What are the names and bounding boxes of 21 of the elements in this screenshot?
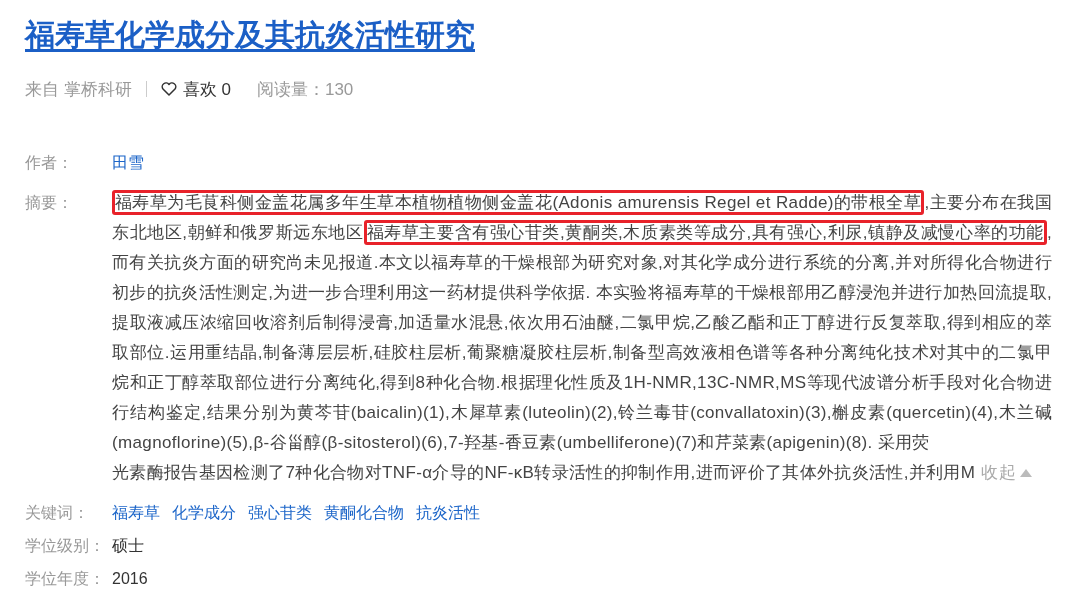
keyword-link[interactable]: 化学成分	[172, 504, 236, 521]
keyword-link[interactable]: 福寿草	[112, 504, 160, 521]
field-label: 摘要：	[25, 193, 74, 213]
year-value: 2016	[112, 570, 148, 587]
like-button[interactable]: 喜欢 0	[160, 77, 231, 101]
abstract-text: 光素酶报告基因检测了7种化合物对TNF-α介导的NF-κB转录活性的抑制作用,进而评价了其体外抗炎活性,并利用M	[112, 462, 976, 484]
field-label: 学位级别：	[25, 536, 106, 556]
field-label: 学位年度：	[25, 569, 106, 589]
keyword-link[interactable]: 强心苷类	[248, 504, 312, 521]
keyword-link[interactable]: 黄酮化合物	[324, 504, 404, 521]
source-text: 来自 掌桥科研	[25, 78, 132, 101]
abstract-text: 福寿草为毛茛科侧金盖花属多年生草本植物植物侧金盖花(Adonis amurensis Regel et Radde)的带根全草 ,主要分布在我国东北地区,朝鲜和俄罗斯远东地区 福寿草主要含有强心苷类,黄酮类,木质素类等成分,具有强心,利尿,镇静及减慢心率的功能 ,而有关抗炎方面的研究尚未见报道.本文以福寿草的干燥根部为研究对象,对其化学成分进行系统的分离,并对所得化合物进行初步的抗炎活性测定,为进一步合理利用这一药材提供科学依据. 本实验将福寿草的干燥根部用乙醇浸泡并进行加热回流提取,提取液减压浓缩回收溶剂后制得浸膏,加适量水混悬,依次用石油醚,二氯甲烷,乙酸乙酯和正丁醇进行反复萃取,得到相应的萃取部位.运用重结晶,制备薄层层析,硅胶柱层析,葡聚糖凝胶柱层析,制备型高效液相色谱等各种分离纯化技术对其中的二氯甲烷和正丁醇萃取部位进行分离纯化,得到8种化合物.根据理化性质及1H-NMR,13C-NMR,MS等现代波谱分析手段对化合物进行结构鉴定,结果分别为黄芩苷(baicalin)(1),木犀草素(luteolin)(2),铃兰毒苷(convallatoxin)(3),槲皮素(quercetin)(4),木兰碱(magnoflorine)(5),β-谷甾醇(β-sitosterol)(6),7-羟基-香豆素(umbelliferone)(7)和芹菜素(apigenin)(8). 采用荧	[112, 188, 1052, 458]
keyword-link[interactable]: 抗炎活性	[416, 504, 480, 521]
heart-icon	[160, 82, 177, 96]
field-label: 关键词：	[25, 503, 90, 523]
degree-value: 硕士	[112, 537, 144, 554]
article-title[interactable]: 福寿草化学成分及其抗炎活性研究	[25, 14, 475, 56]
caret-icon	[1020, 469, 1033, 477]
field-label: 作者：	[25, 153, 74, 173]
read-count: 阅读量：130	[256, 78, 354, 101]
author-link[interactable]: 田雪	[112, 154, 144, 171]
